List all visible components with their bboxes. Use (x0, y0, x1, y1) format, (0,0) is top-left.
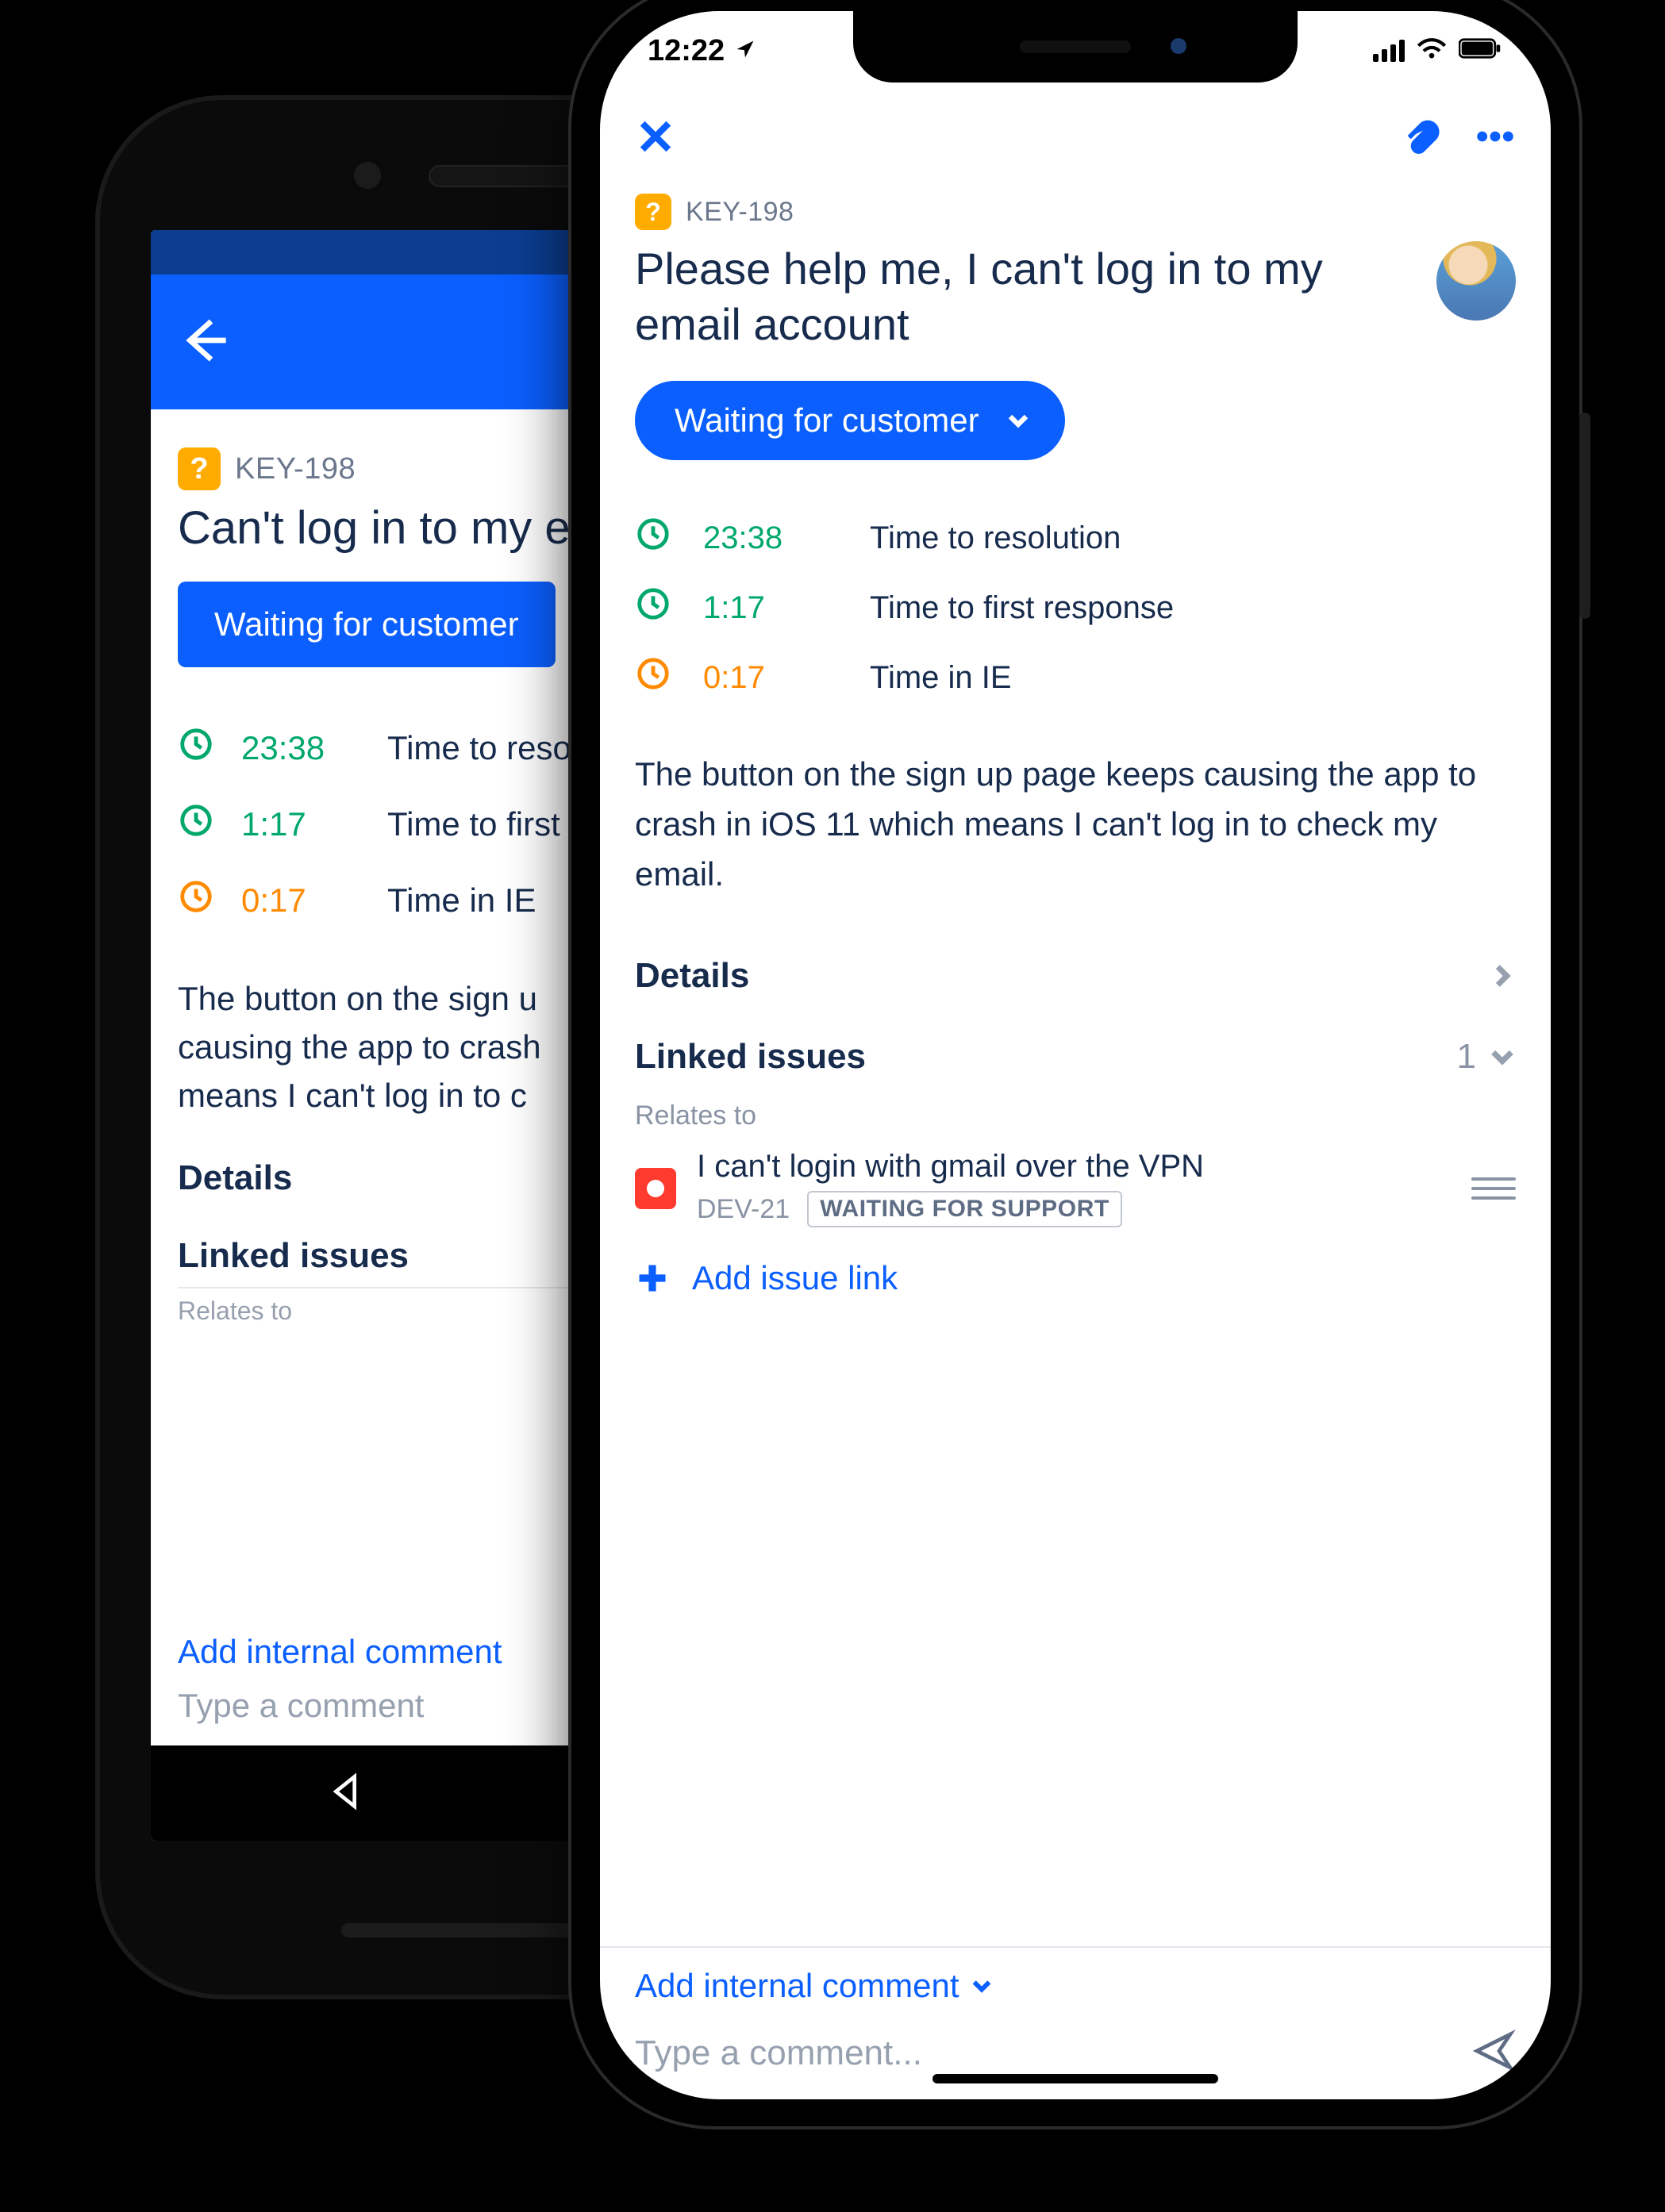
stage: ? KEY-198 Can't log in to my em Waiting … (0, 0, 1665, 2212)
chevron-down-icon (1006, 409, 1030, 432)
bug-icon (635, 1168, 676, 1209)
android-camera-icon (349, 157, 386, 194)
send-button[interactable] (1471, 2029, 1516, 2077)
linked-issue-status: WAITING FOR SUPPORT (807, 1191, 1122, 1227)
sla-time: 0:17 (241, 881, 360, 920)
issue-description: The button on the sign up page keeps cau… (635, 749, 1516, 899)
sla-label: Time to resolu (387, 729, 598, 767)
status-label: Waiting for customer (214, 605, 519, 643)
ios-body: ? KEY-198 Please help me, I can't log in… (600, 186, 1551, 1946)
status-dropdown[interactable]: Waiting for customer (635, 381, 1065, 460)
iphone-notch (853, 11, 1298, 83)
linked-issues-section-heading: Linked issues (635, 1037, 866, 1077)
add-internal-comment-button[interactable]: Add internal comment (635, 1967, 1516, 2005)
add-issue-link-button[interactable]: Add issue link (635, 1235, 1516, 1334)
iphone-screen: 12:22 (600, 11, 1551, 2099)
battery-icon (1459, 34, 1503, 68)
home-indicator-icon (932, 2074, 1218, 2083)
add-internal-comment-label: Add internal comment (635, 1967, 959, 2005)
add-issue-link-label: Add issue link (692, 1259, 898, 1297)
clock-icon (635, 516, 671, 560)
app-content: ? KEY-198 Please help me, I can't log in… (600, 90, 1551, 2099)
iphone-side-button-icon (1579, 413, 1590, 619)
sla-time: 1:17 (241, 805, 360, 843)
sla-label: Time in IE (870, 660, 1012, 696)
details-panel-row[interactable]: Details (635, 935, 1516, 1016)
issue-key-row: ? KEY-198 (635, 194, 1516, 230)
details-section-heading: Details (635, 956, 749, 996)
sla-label: Time to resolution (870, 520, 1121, 556)
drag-handle-icon[interactable] (1471, 1177, 1516, 1200)
ios-toolbar (600, 90, 1551, 186)
linked-issue-main: I can't login with gmail over the VPN DE… (697, 1149, 1451, 1227)
sla-label: Time in IE (387, 881, 536, 920)
sla-label: Time to first re (387, 805, 599, 843)
status-label: Waiting for customer (675, 401, 979, 440)
iphone-frame: 12:22 (571, 0, 1579, 2126)
issue-title: Please help me, I can't log in to my ema… (635, 241, 1413, 352)
clock-icon (178, 802, 214, 847)
sla-time: 0:17 (703, 660, 838, 696)
chevron-down-icon (971, 1975, 993, 1997)
notch-speaker-icon (1020, 40, 1131, 53)
title-row: Please help me, I can't log in to my ema… (635, 241, 1516, 352)
linked-issues-panel-row[interactable]: Linked issues 1 (635, 1016, 1516, 1097)
clock-icon (635, 586, 671, 630)
issue-type-icon: ? (178, 447, 221, 490)
sla-time: 23:38 (241, 729, 360, 767)
issue-key: KEY-198 (686, 197, 794, 228)
notch-camera-icon (1171, 38, 1186, 54)
close-button[interactable] (633, 114, 678, 163)
status-dropdown[interactable]: Waiting for customer (178, 582, 556, 667)
linked-issues-count: 1 (1457, 1037, 1476, 1077)
linked-issue-key: DEV-21 (697, 1194, 790, 1225)
sla-row: 1:17 Time to first response (635, 573, 1516, 643)
status-left: 12:22 (648, 34, 756, 68)
issue-key: KEY-198 (235, 452, 356, 486)
chevron-right-icon (1489, 962, 1516, 989)
back-button[interactable] (179, 315, 230, 370)
clock-icon (178, 726, 214, 770)
sla-list: 23:38 Time to resolution 1:17 Time to fi… (635, 503, 1516, 712)
sla-label: Time to first response (870, 590, 1174, 626)
relates-to-label: Relates to (635, 1100, 1516, 1131)
location-icon (734, 34, 756, 68)
wifi-icon (1416, 34, 1448, 68)
reporter-avatar[interactable] (1436, 241, 1516, 321)
android-nav-back-icon[interactable] (323, 1769, 367, 1818)
sla-time: 1:17 (703, 590, 838, 626)
plus-icon (635, 1261, 670, 1296)
sla-time: 23:38 (703, 520, 838, 556)
sla-row: 23:38 Time to resolution (635, 503, 1516, 573)
sla-row: 0:17 Time in IE (635, 643, 1516, 712)
attachment-button[interactable] (1400, 114, 1444, 163)
chevron-down-icon (1489, 1043, 1516, 1070)
clock-icon (178, 878, 214, 923)
comment-input[interactable]: Type a comment... (635, 2033, 922, 2073)
linked-issue-row[interactable]: I can't login with gmail over the VPN DE… (635, 1131, 1516, 1235)
status-right (1373, 34, 1503, 68)
linked-issue-title: I can't login with gmail over the VPN (697, 1149, 1451, 1185)
clock-icon (635, 655, 671, 700)
cellular-icon (1373, 40, 1405, 62)
more-button[interactable] (1473, 114, 1517, 163)
status-time: 12:22 (648, 34, 725, 68)
issue-type-icon: ? (635, 194, 671, 230)
